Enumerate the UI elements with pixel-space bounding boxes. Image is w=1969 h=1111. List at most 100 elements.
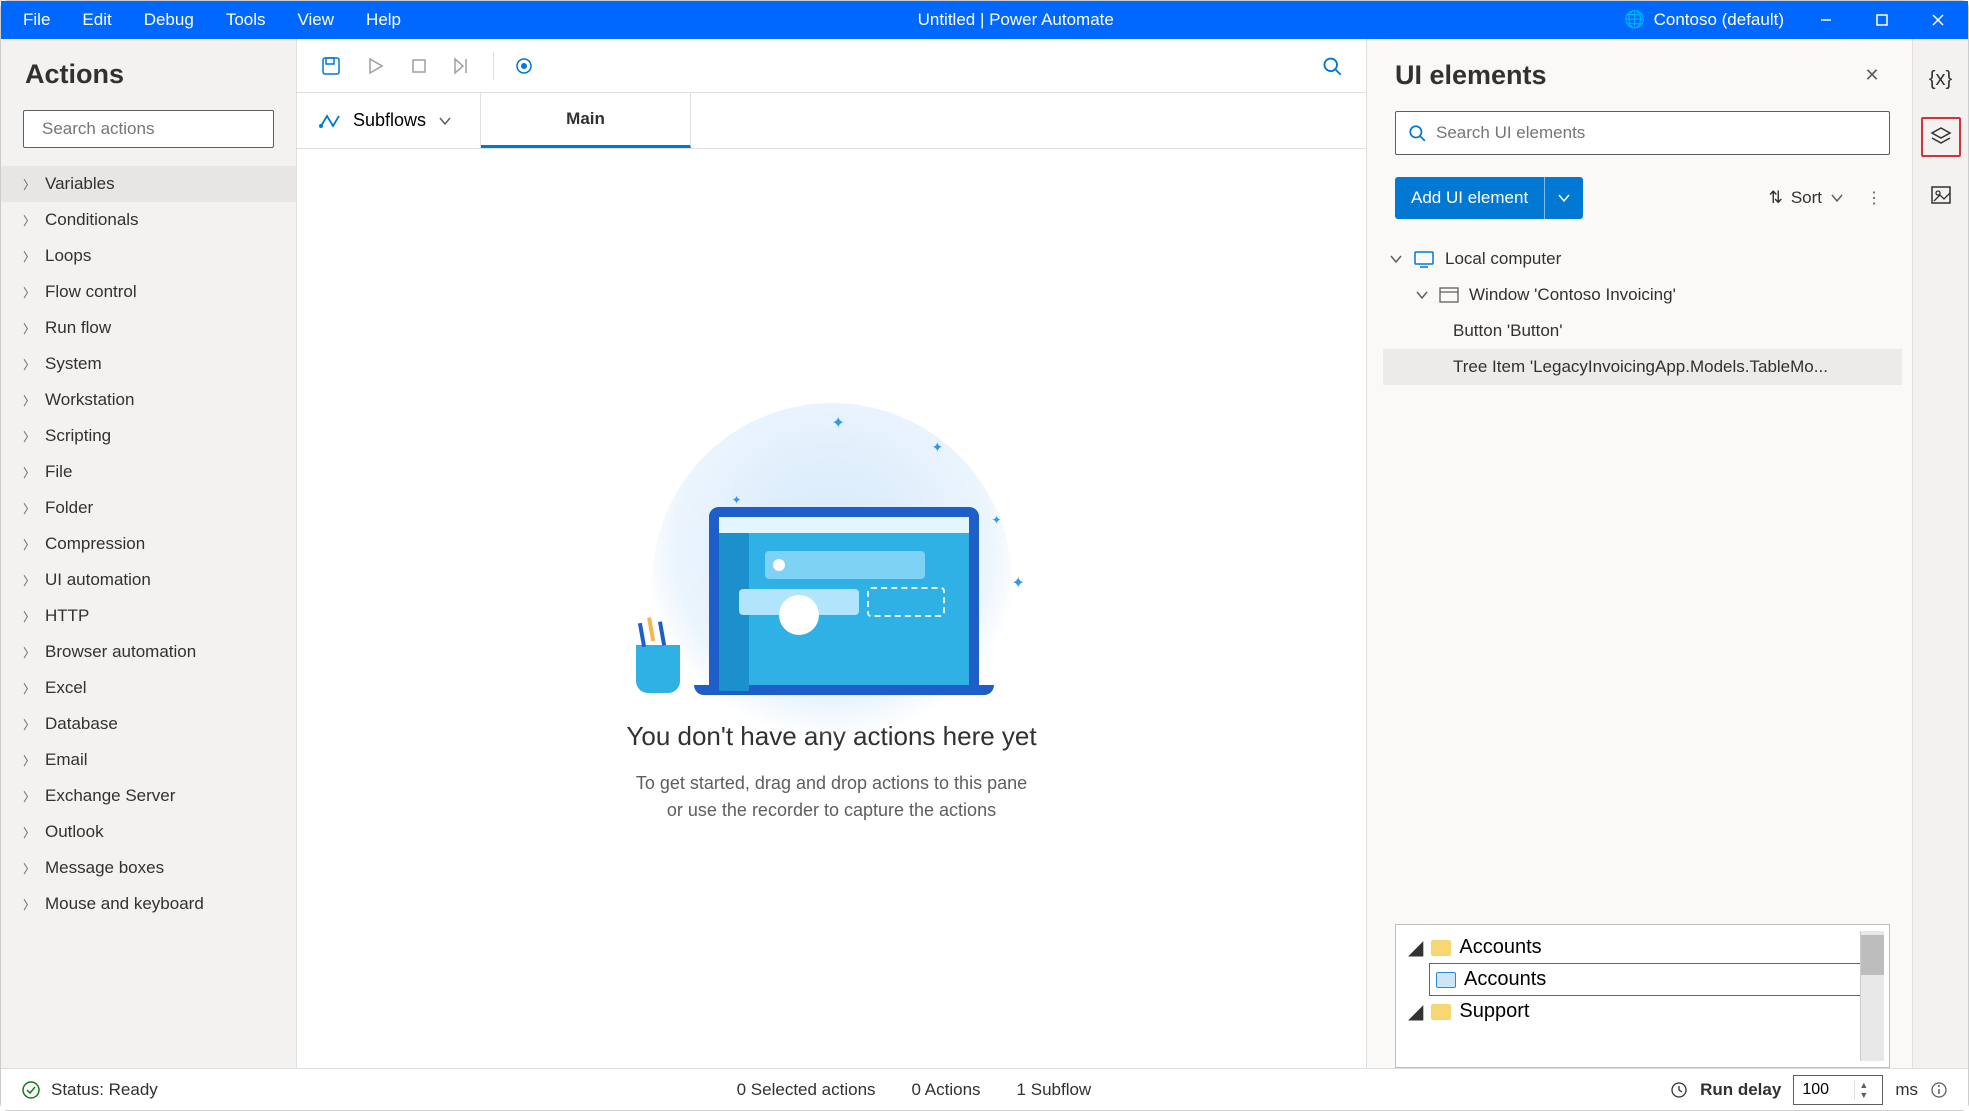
chevron-right-icon: 〉 <box>23 320 35 337</box>
action-category-database[interactable]: 〉Database <box>1 706 296 742</box>
action-category-outlook[interactable]: 〉Outlook <box>1 814 296 850</box>
chevron-right-icon: 〉 <box>23 284 35 301</box>
action-category-variables[interactable]: 〉Variables <box>1 166 296 202</box>
action-category-folder[interactable]: 〉Folder <box>1 490 296 526</box>
record-button[interactable] <box>502 46 546 86</box>
sort-button[interactable]: ⇅ Sort <box>1769 188 1844 208</box>
tree-item-legacy[interactable]: Tree Item 'LegacyInvoicingApp.Models.Tab… <box>1383 349 1902 385</box>
tree-window-contoso[interactable]: Window 'Contoso Invoicing' <box>1383 277 1902 313</box>
add-ui-element-button[interactable]: Add UI element <box>1395 177 1583 219</box>
computer-icon <box>1413 250 1435 268</box>
action-category-http[interactable]: 〉HTTP <box>1 598 296 634</box>
run-button[interactable] <box>353 46 397 86</box>
action-category-ui-automation[interactable]: 〉UI automation <box>1 562 296 598</box>
chevron-down-icon <box>1830 191 1844 205</box>
step-button[interactable] <box>441 46 485 86</box>
menu-edit[interactable]: Edit <box>66 1 127 39</box>
action-category-system[interactable]: 〉System <box>1 346 296 382</box>
preview-row-accounts-folder[interactable]: ◢Accounts <box>1402 931 1883 964</box>
action-category-workstation[interactable]: 〉 Workstation <box>1 382 296 418</box>
chevron-right-icon: 〉 <box>23 752 35 769</box>
actions-search-input[interactable] <box>42 119 263 139</box>
save-button[interactable] <box>309 46 353 86</box>
images-rail-button[interactable] <box>1921 175 1961 215</box>
action-category-flow-control[interactable]: 〉 Flow control <box>1 274 296 310</box>
menu-file[interactable]: File <box>7 1 66 39</box>
menu-tools[interactable]: Tools <box>210 1 282 39</box>
run-delay-field[interactable] <box>1794 1081 1854 1099</box>
actions-panel: Actions 〉Variables〉Conditionals〉Loops〉Fl… <box>1 39 297 1068</box>
preview-row-accounts-table[interactable]: Accounts <box>1430 964 1883 995</box>
action-category-label: Exchange Server <box>45 786 175 806</box>
action-category-loops[interactable]: 〉Loops <box>1 238 296 274</box>
delay-up[interactable]: ▲ <box>1855 1080 1872 1090</box>
ui-search[interactable] <box>1395 111 1890 155</box>
action-category-mouse-and-keyboard[interactable]: 〉Mouse and keyboard <box>1 886 296 922</box>
window-title: Untitled | Power Automate <box>417 10 1614 30</box>
chevron-right-icon: 〉 <box>23 392 35 409</box>
variables-rail-button[interactable]: {x} <box>1921 59 1961 99</box>
action-category-run-flow[interactable]: 〉Run flow <box>1 310 296 346</box>
folder-icon <box>1431 1004 1451 1020</box>
empty-illustration: ✦ ✦ ✦ ✦ ✦ <box>622 393 1042 703</box>
action-category-label: Scripting <box>45 426 111 446</box>
action-category-browser-automation[interactable]: 〉 Browser automation <box>1 634 296 670</box>
ui-search-input[interactable] <box>1436 123 1877 143</box>
variables-icon: {x} <box>1929 68 1952 91</box>
action-category-file[interactable]: 〉File <box>1 454 296 490</box>
action-category-conditionals[interactable]: 〉Conditionals <box>1 202 296 238</box>
action-category-scripting[interactable]: 〉Scripting <box>1 418 296 454</box>
stop-button[interactable] <box>397 46 441 86</box>
menu-help[interactable]: Help <box>350 1 417 39</box>
action-category-label: Browser automation <box>45 642 196 662</box>
action-category-label: Workstation <box>45 390 134 410</box>
action-category-label: Email <box>45 750 88 770</box>
ui-elements-header: UI elements <box>1395 60 1547 91</box>
maximize-button[interactable] <box>1858 1 1906 39</box>
ui-element-preview: ◢Accounts Accounts ◢Support <box>1395 924 1890 1068</box>
preview-row-support-folder[interactable]: ◢Support <box>1402 995 1883 1028</box>
chevron-right-icon: 〉 <box>23 788 35 805</box>
close-panel-button[interactable]: ✕ <box>1856 59 1888 91</box>
close-button[interactable] <box>1914 1 1962 39</box>
ui-elements-rail-button[interactable] <box>1921 117 1961 157</box>
action-category-label: Mouse and keyboard <box>45 894 204 914</box>
tabs-row: Subflows Main <box>297 93 1366 149</box>
action-category-label: HTTP <box>45 606 89 626</box>
chevron-right-icon: 〉 <box>23 500 35 517</box>
action-category-label: Compression <box>45 534 145 554</box>
menu-debug[interactable]: Debug <box>128 1 210 39</box>
action-category-excel[interactable]: 〉Excel <box>1 670 296 706</box>
ms-label: ms <box>1895 1080 1918 1100</box>
search-canvas-button[interactable] <box>1310 46 1354 86</box>
chevron-right-icon: 〉 <box>23 644 35 661</box>
info-icon[interactable] <box>1930 1081 1948 1099</box>
actions-search[interactable] <box>23 110 274 148</box>
canvas[interactable]: ✦ ✦ ✦ ✦ ✦ You don <box>297 149 1366 1068</box>
action-category-compression[interactable]: 〉Compression <box>1 526 296 562</box>
menu-view[interactable]: View <box>282 1 351 39</box>
chevron-right-icon: 〉 <box>23 464 35 481</box>
window-icon <box>1439 287 1459 303</box>
table-icon <box>1436 972 1456 988</box>
action-category-label: Flow control <box>45 282 137 302</box>
tab-main[interactable]: Main <box>481 93 691 148</box>
tree-root-label: Local computer <box>1445 249 1561 269</box>
chevron-right-icon: 〉 <box>23 248 35 265</box>
sort-icon: ⇅ <box>1769 188 1783 208</box>
tree-root-local-computer[interactable]: Local computer <box>1383 241 1902 277</box>
add-ui-element-dropdown[interactable] <box>1544 177 1583 219</box>
delay-down[interactable]: ▼ <box>1855 1090 1872 1100</box>
action-category-exchange-server[interactable]: 〉 Exchange Server <box>1 778 296 814</box>
action-category-label: Message boxes <box>45 858 164 878</box>
status-ok-icon <box>21 1080 41 1100</box>
preview-scrollbar[interactable] <box>1860 931 1884 1061</box>
action-category-message-boxes[interactable]: 〉Message boxes <box>1 850 296 886</box>
more-button[interactable]: ⋮ <box>1858 182 1890 214</box>
minimize-button[interactable] <box>1802 1 1850 39</box>
account-picker[interactable]: 🌐 Contoso (default) <box>1614 10 1794 30</box>
tree-item-button[interactable]: Button 'Button' <box>1383 313 1902 349</box>
subflows-tab[interactable]: Subflows <box>297 93 481 148</box>
run-delay-input[interactable]: ▲▼ <box>1793 1075 1883 1105</box>
action-category-email[interactable]: 〉 Email <box>1 742 296 778</box>
